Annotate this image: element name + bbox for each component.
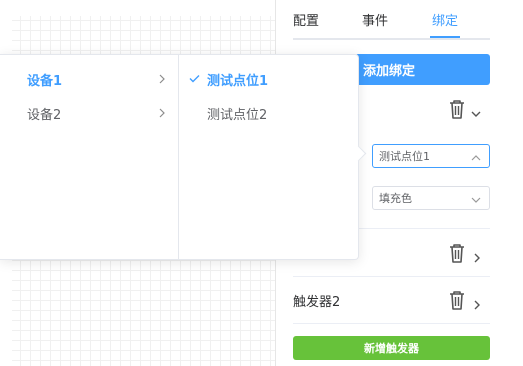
cascader-device-1[interactable]: 设备1 (0, 61, 178, 95)
trash-icon[interactable] (447, 289, 467, 311)
add-trigger-button[interactable]: 新增触发器 (293, 336, 490, 360)
canvas-top-margin (0, 0, 275, 16)
add-binding-label: 添加绑定 (363, 64, 416, 79)
check-icon (189, 72, 200, 83)
trigger-2-label: 触发器2 (293, 295, 341, 310)
chevron-down-icon[interactable] (471, 104, 481, 117)
cascader-popup: 设备1 设备2 测试点位1 测试点位2 (0, 54, 359, 260)
point-select-value: 测试点位1 (379, 150, 430, 163)
chevron-right-icon (158, 107, 166, 118)
chevron-up-icon (471, 152, 481, 161)
cascader-point-2-label: 测试点位2 (207, 108, 268, 123)
cascader-device-2[interactable]: 设备2 (0, 95, 178, 129)
app-root: 配置 事件 绑定 添加绑定 测试点位1 填充色 触发器2 新增触发器 设备1 设… (0, 0, 523, 366)
cascader-point-menu: 测试点位1 测试点位2 (179, 55, 358, 259)
panel-tabs: 配置 事件 绑定 (293, 0, 490, 40)
divider (293, 276, 490, 277)
chevron-right-icon (158, 73, 166, 84)
cascader-device-menu: 设备1 设备2 (0, 55, 179, 259)
cascader-device-1-label: 设备1 (27, 74, 63, 89)
property-select[interactable]: 填充色 (372, 186, 490, 210)
tab-binding[interactable]: 绑定 (432, 10, 458, 29)
cascader-point-1[interactable]: 测试点位1 (179, 61, 358, 95)
trash-icon[interactable] (447, 98, 467, 120)
chevron-right-icon[interactable] (472, 295, 482, 310)
cascader-point-1-label: 测试点位1 (207, 74, 269, 89)
trash-icon[interactable] (447, 242, 467, 264)
cascader-device-2-label: 设备2 (27, 108, 62, 123)
divider (293, 323, 490, 324)
tab-active-indicator (430, 36, 460, 38)
chevron-right-icon[interactable] (472, 248, 482, 263)
tab-events[interactable]: 事件 (362, 10, 388, 29)
point-select[interactable]: 测试点位1 (372, 144, 490, 168)
add-binding-button[interactable]: 添加绑定 (355, 54, 490, 85)
cascader-point-2[interactable]: 测试点位2 (179, 95, 358, 129)
add-trigger-label: 新增触发器 (364, 342, 419, 355)
chevron-down-icon (471, 194, 481, 203)
property-select-value: 填充色 (379, 192, 412, 205)
tab-config[interactable]: 配置 (293, 10, 319, 29)
